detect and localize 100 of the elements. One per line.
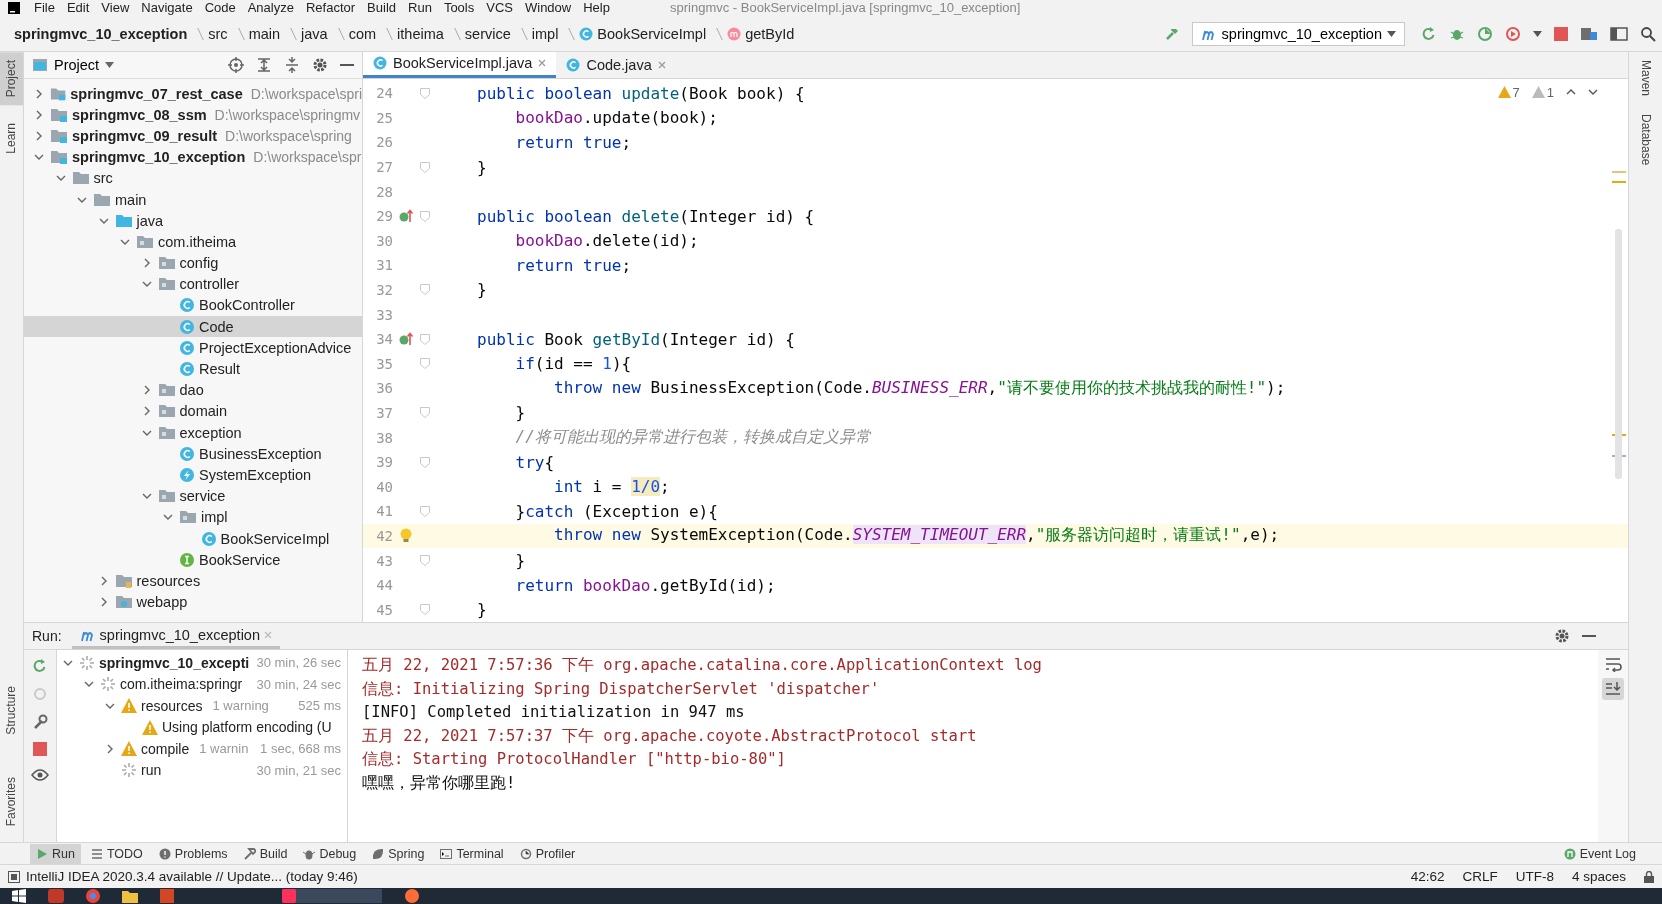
close-icon[interactable] <box>538 59 547 68</box>
run-tab[interactable]: springmvc_10_exception <box>71 623 280 649</box>
run-tree-item[interactable]: run 30 min, 21 sec <box>57 759 347 781</box>
line-separator[interactable]: CRLF <box>1462 869 1498 884</box>
tree-item[interactable]: SystemException <box>24 464 362 486</box>
ide-app-icon[interactable] <box>282 889 382 903</box>
breadcrumb-item[interactable]: getById <box>727 25 795 42</box>
status-message[interactable]: IntelliJ IDEA 2020.3.4 available // Update... (today 9:46) <box>26 869 358 884</box>
tree-item[interactable]: ProjectExceptionAdvice <box>24 337 362 359</box>
tool-window-button[interactable]: Spring <box>366 843 431 864</box>
tool-window-tab[interactable]: Database <box>1638 112 1653 168</box>
tree-item[interactable]: springmvc_09_result D:\workspace\spring <box>24 125 362 147</box>
breadcrumb-item[interactable]: main <box>248 25 281 42</box>
tree-item[interactable]: springmvc_07_rest_case D:\workspace\spri <box>24 83 362 105</box>
menu-item[interactable]: Refactor <box>305 1 356 15</box>
run-tree-item[interactable]: compile 1 warnin 1 sec, 668 ms <box>57 738 347 760</box>
tree-item[interactable]: BookServiceImpl <box>24 527 362 550</box>
tree-item[interactable]: service <box>24 485 362 507</box>
tool-window-button[interactable]: Debug <box>297 843 363 864</box>
tree-item[interactable]: main <box>24 188 362 211</box>
project-structure-icon[interactable] <box>1580 25 1598 42</box>
close-icon[interactable] <box>657 60 666 69</box>
rerun-icon[interactable] <box>1421 25 1437 42</box>
postman-icon[interactable] <box>404 889 420 903</box>
tree-item[interactable]: webapp <box>24 591 362 613</box>
chevron-right-icon[interactable] <box>105 743 115 754</box>
run-tree-item[interactable]: Using platform encoding (U <box>57 716 347 738</box>
file-encoding[interactable]: UTF-8 <box>1515 869 1554 884</box>
menu-item[interactable]: Help <box>583 1 610 15</box>
tree-item[interactable]: exception <box>24 422 362 444</box>
weak-warning-count[interactable]: 1 <box>1531 84 1554 100</box>
settings-icon[interactable] <box>1554 628 1570 644</box>
lock-icon[interactable] <box>1644 870 1654 883</box>
stop-icon[interactable] <box>1554 26 1568 41</box>
tree-item[interactable]: src <box>24 167 362 189</box>
tree-item[interactable]: Code <box>24 316 362 338</box>
project-view-dropdown[interactable]: Project <box>32 57 115 73</box>
tool-window-button[interactable]: Run <box>30 843 81 864</box>
menu-item[interactable]: Code <box>204 1 236 15</box>
menu-item[interactable]: Window <box>524 1 572 15</box>
soft-wrap-icon[interactable] <box>1604 656 1622 672</box>
breadcrumb-item[interactable]: java <box>301 25 328 42</box>
tree-item[interactable]: BookService <box>24 549 362 571</box>
tree-item[interactable]: domain <box>24 400 362 422</box>
event-log-button[interactable]: Event Log <box>1557 843 1642 864</box>
menu-item[interactable]: VCS <box>486 1 513 15</box>
editor-tab[interactable]: BookServiceImpl.java <box>363 52 557 78</box>
chevron-right-icon[interactable] <box>34 109 44 120</box>
breadcrumb-item[interactable]: service <box>464 25 511 42</box>
breadcrumb-item[interactable]: src <box>208 25 228 42</box>
implements-marker-icon[interactable] <box>398 208 414 225</box>
implements-marker-icon[interactable] <box>398 331 414 348</box>
breadcrumb-item[interactable]: BookServiceImpl <box>579 25 707 42</box>
tool-window-button[interactable]: TODO <box>84 843 149 864</box>
menu-item[interactable]: Tools <box>443 1 475 15</box>
breadcrumb-item[interactable]: com <box>348 25 377 42</box>
tree-item[interactable]: BusinessException <box>24 443 362 465</box>
wrench-icon[interactable] <box>32 714 48 730</box>
browser-icon[interactable] <box>86 889 100 903</box>
profiler-icon[interactable] <box>1505 25 1521 42</box>
run-configuration-dropdown[interactable]: springmvc_10_exception <box>1191 21 1405 46</box>
tree-item[interactable]: controller <box>24 273 362 295</box>
tool-window-tab[interactable]: Favorites <box>0 768 23 834</box>
menu-item[interactable]: Edit <box>66 1 90 15</box>
settings-icon[interactable] <box>312 57 328 73</box>
tree-item[interactable]: Result <box>24 358 362 380</box>
locate-icon[interactable] <box>228 57 244 73</box>
coverage-icon[interactable] <box>1477 25 1493 42</box>
run-tree-item[interactable]: com.itheima:springr 30 min, 24 sec <box>57 673 347 695</box>
scrollbar-thumb[interactable] <box>1615 228 1622 479</box>
menu-item[interactable]: File <box>34 1 55 15</box>
tree-item[interactable]: dao <box>24 379 362 401</box>
tree-item[interactable]: com.itheima <box>24 231 362 253</box>
tree-item[interactable]: springmvc_10_exception D:\workspace\spr <box>24 146 362 168</box>
collapse-all-icon[interactable] <box>284 57 300 73</box>
tree-item[interactable]: java <box>24 210 362 232</box>
window-icon[interactable] <box>1610 25 1628 42</box>
tool-window-button[interactable]: Problems <box>152 843 234 864</box>
eye-icon[interactable] <box>31 768 49 782</box>
run-tree-item[interactable]: springmvc_10_excepti 30 min, 26 sec <box>57 652 347 674</box>
search-icon[interactable] <box>1640 25 1656 42</box>
run-tree-item[interactable]: resources 1 warning 525 ms <box>57 695 347 717</box>
menu-item[interactable]: View <box>101 1 130 15</box>
chevron-right-icon[interactable] <box>34 130 44 141</box>
scroll-to-end-icon[interactable] <box>1602 678 1624 700</box>
tool-window-tab[interactable]: Maven <box>1638 58 1653 99</box>
folder-icon[interactable] <box>122 889 138 903</box>
rerun-icon[interactable] <box>32 658 48 674</box>
lightbulb-icon[interactable] <box>399 527 413 544</box>
tree-item[interactable]: BookController <box>24 294 362 317</box>
menu-item[interactable]: Run <box>408 1 432 15</box>
tree-item[interactable]: springmvc_08_ssm D:\workspace\springmv <box>24 104 362 126</box>
breadcrumb-item[interactable]: itheima <box>397 25 444 42</box>
menu-item[interactable]: Analyze <box>247 1 294 15</box>
breadcrumb-item[interactable]: springmvc_10_exception <box>14 25 188 42</box>
breadcrumb-item[interactable]: impl <box>531 25 559 42</box>
tool-window-tab[interactable]: Project <box>0 52 23 106</box>
status-icon[interactable] <box>8 870 20 883</box>
tree-item[interactable]: config <box>24 252 362 274</box>
tool-window-tab[interactable]: Structure <box>0 677 23 743</box>
